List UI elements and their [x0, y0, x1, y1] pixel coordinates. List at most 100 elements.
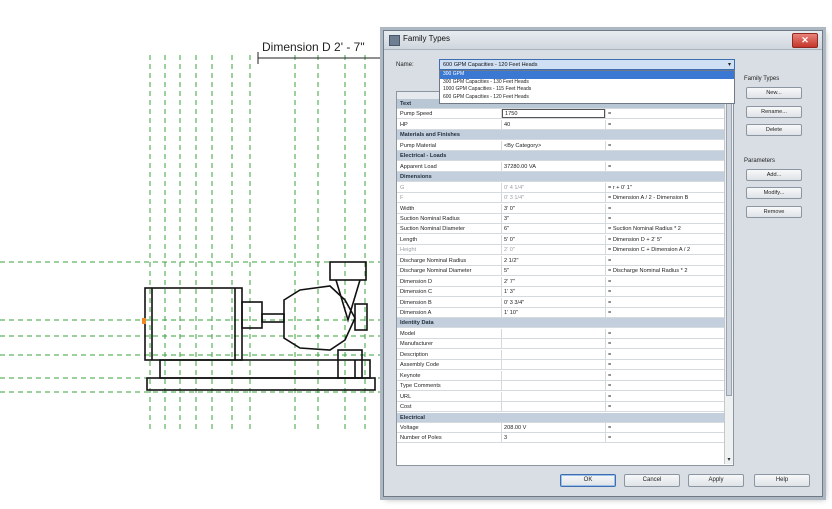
parameter-formula[interactable]: =	[608, 339, 728, 349]
parameter-formula[interactable]: =	[608, 204, 728, 214]
parameter-value[interactable]: 6"	[504, 224, 604, 234]
help-button[interactable]: Help	[754, 474, 810, 487]
remove-parameter-button[interactable]: Remove	[746, 206, 802, 218]
dropdown-option[interactable]: 1000 GPM Capacities - 115 Feet Heads	[440, 86, 734, 94]
parameter-value[interactable]: <By Category>	[504, 141, 604, 151]
parameter-value[interactable]: 1' 3"	[504, 287, 604, 297]
parameter-value[interactable]: 3	[504, 433, 604, 443]
parameter-value[interactable]: 1' 10"	[504, 308, 604, 318]
parameter-row[interactable]: Manufacturer =	[397, 339, 733, 350]
parameter-row[interactable]: Keynote =	[397, 370, 733, 381]
parameter-row[interactable]: Dimension D 2' 7" =	[397, 276, 733, 287]
parameter-formula[interactable]: =	[608, 381, 728, 391]
parameter-row[interactable]: Model =	[397, 328, 733, 339]
parameter-value[interactable]: 3"	[504, 214, 604, 224]
parameter-formula[interactable]: =	[608, 371, 728, 381]
parameter-formula[interactable]: =	[608, 277, 728, 287]
parameter-formula[interactable]: = r + 0' 1"	[608, 183, 728, 193]
parameter-formula[interactable]: =	[608, 109, 728, 119]
parameter-value[interactable]: 2' 7"	[504, 277, 604, 287]
parameter-row[interactable]: Voltage 208.00 V =	[397, 422, 733, 433]
rename-type-button[interactable]: Rename...	[746, 106, 802, 118]
parameter-row[interactable]: URL =	[397, 391, 733, 402]
parameter-row[interactable]: G 0' 4 1/4" = r + 0' 1"	[397, 182, 733, 193]
parameter-formula[interactable]: =	[608, 423, 728, 433]
add-parameter-button[interactable]: Add...	[746, 169, 802, 181]
parameter-value[interactable]: 40	[504, 120, 604, 130]
parameter-formula[interactable]: =	[608, 329, 728, 339]
parameter-formula[interactable]: = Dimension C + Dimension A / 2	[608, 245, 728, 255]
parameter-row[interactable]: Suction Nominal Diameter 6" = Suction Nomi…	[397, 224, 733, 235]
parameter-name: Dimension D	[400, 278, 433, 285]
parameter-row[interactable]: Discharge Nominal Diameter 5" = Discharge …	[397, 266, 733, 277]
parameter-formula[interactable]: =	[608, 360, 728, 370]
dropdown-option[interactable]: 600 GPM Capacities - 120 Feet Heads	[440, 94, 734, 102]
ok-button[interactable]: OK	[560, 474, 616, 487]
parameter-value[interactable]: 0' 3 1/4"	[504, 193, 604, 203]
parameter-value[interactable]: 208.00 V	[504, 423, 604, 433]
dropdown-option[interactable]: 300 GPM	[440, 71, 734, 79]
dialog-titlebar[interactable]: Family Types ✕	[384, 31, 822, 50]
parameter-row[interactable]: Pump Speed 1750 =	[397, 109, 733, 120]
parameter-value[interactable]: 3' 0"	[504, 204, 604, 214]
scroll-thumb[interactable]	[726, 101, 732, 396]
parameter-formula[interactable]: = Suction Nominal Radius * 2	[608, 224, 728, 234]
parameter-group-header[interactable]: Electrical¥	[397, 412, 733, 423]
parameter-formula[interactable]: = Discharge Nominal Radius * 2	[608, 266, 728, 276]
parameter-formula[interactable]: = Dimension A / 2 - Dimension B	[608, 193, 728, 203]
parameter-row[interactable]: Height 2' 0" = Dimension C + Dimension A /…	[397, 245, 733, 256]
parameter-formula[interactable]: =	[608, 141, 728, 151]
parameter-formula[interactable]: =	[608, 402, 728, 412]
parameter-row[interactable]: Length 5' 0" = Dimension D + 2' 5"	[397, 234, 733, 245]
parameter-row[interactable]: Width 3' 0" =	[397, 203, 733, 214]
parameter-row[interactable]: Assembly Code =	[397, 360, 733, 371]
parameter-formula[interactable]: =	[608, 392, 728, 402]
parameter-value[interactable]: 37280.00 VA	[504, 162, 604, 172]
parameter-row[interactable]: F 0' 3 1/4" = Dimension A / 2 - Dimension …	[397, 193, 733, 203]
parameter-value[interactable]: 2' 0"	[504, 245, 604, 255]
parameter-row[interactable]: Discharge Nominal Radius 2 1/2" =	[397, 255, 733, 266]
parameter-formula[interactable]: =	[608, 298, 728, 308]
parameter-formula[interactable]: =	[608, 287, 728, 297]
parameter-value[interactable]: 5"	[504, 266, 604, 276]
parameter-formula[interactable]: =	[608, 120, 728, 130]
parameter-group-header[interactable]: Electrical - Loads¥	[397, 151, 733, 162]
parameter-row[interactable]: Dimension C 1' 3" =	[397, 287, 733, 298]
parameter-value[interactable]: 5' 0"	[504, 235, 604, 245]
parameter-value-input[interactable]: 1750	[502, 109, 605, 119]
parameter-name: Suction Nominal Radius	[400, 215, 460, 222]
delete-type-button[interactable]: Delete	[746, 124, 802, 136]
parameter-formula[interactable]: = Dimension D + 2' 5"	[608, 235, 728, 245]
parameter-row[interactable]: Description =	[397, 349, 733, 360]
dropdown-option[interactable]: 300 GPM Capacities - 130 Feet Heads	[440, 79, 734, 87]
apply-button[interactable]: Apply	[688, 474, 744, 487]
parameter-row[interactable]: Type Comments =	[397, 381, 733, 392]
parameter-value[interactable]: 2 1/2"	[504, 256, 604, 266]
parameter-formula[interactable]: =	[608, 350, 728, 360]
parameter-value[interactable]: 0' 3 3/4"	[504, 298, 604, 308]
parameter-formula[interactable]: =	[608, 256, 728, 266]
grid-scrollbar[interactable]: ▾	[724, 91, 733, 464]
close-button[interactable]: ✕	[792, 33, 818, 48]
modify-parameter-button[interactable]: Modify...	[746, 187, 802, 199]
parameter-row[interactable]: Pump Material <By Category> =	[397, 140, 733, 151]
new-type-button[interactable]: New...	[746, 87, 802, 99]
parameter-row[interactable]: Apparent Load 37280.00 VA =	[397, 161, 733, 172]
parameter-row[interactable]: Suction Nominal Radius 3" =	[397, 213, 733, 224]
scroll-down-icon[interactable]: ▾	[725, 456, 733, 464]
parameter-formula[interactable]: =	[608, 308, 728, 318]
parameter-formula[interactable]: =	[608, 214, 728, 224]
parameter-group-header[interactable]: Materials and Finishes¥	[397, 130, 733, 141]
cancel-button[interactable]: Cancel	[624, 474, 680, 487]
parameter-formula[interactable]: =	[608, 433, 728, 443]
parameter-row[interactable]: Dimension A 1' 10" =	[397, 308, 733, 318]
parameter-row[interactable]: HP 40 =	[397, 119, 733, 130]
parameter-row[interactable]: Dimension B 0' 3 3/4" =	[397, 297, 733, 308]
parameter-value[interactable]: 0' 4 1/4"	[504, 183, 604, 193]
parameter-row[interactable]: Number of Poles 3 =	[397, 433, 733, 444]
parameter-formula[interactable]: =	[608, 162, 728, 172]
type-name-select[interactable]: 600 GPM Capacities - 120 Feet Heads ▾	[439, 59, 735, 70]
parameter-group-header[interactable]: Dimensions¥	[397, 172, 733, 183]
parameter-row[interactable]: Cost =	[397, 402, 733, 412]
parameter-group-header[interactable]: Identity Data¥	[397, 318, 733, 329]
